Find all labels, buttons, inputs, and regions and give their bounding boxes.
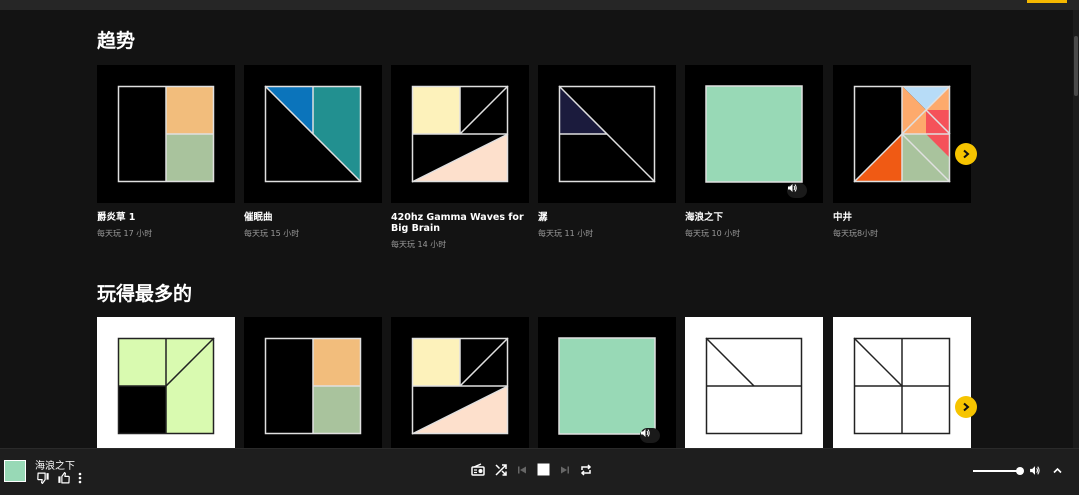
- card-title[interactable]: 420hz Gamma Waves for Big Brain: [391, 212, 529, 234]
- thumbnail-art: [705, 337, 803, 435]
- carousel-next-button-2[interactable]: [955, 396, 977, 418]
- card-thumbnail[interactable]: [685, 317, 823, 448]
- card-subtitle: 每天玩 17 小时: [97, 229, 153, 238]
- volume-slider[interactable]: [973, 466, 1024, 475]
- now-playing-badge: [640, 428, 660, 443]
- thumbnail-art: [705, 85, 803, 183]
- thumbnail-art: [411, 337, 509, 435]
- skip-next-icon: [561, 466, 569, 473]
- card-most-played-1[interactable]: [97, 317, 235, 448]
- carousel-next-button[interactable]: [955, 143, 977, 165]
- thumbnail-art: [117, 85, 215, 183]
- volume-icon: [788, 184, 797, 192]
- card-title[interactable]: 中井: [833, 212, 971, 223]
- radio-button[interactable]: [471, 463, 485, 476]
- thumbs-down-button[interactable]: [37, 472, 50, 484]
- shuffle-icon: [495, 463, 507, 476]
- thumbnail-art: [558, 85, 656, 183]
- card-title[interactable]: 潺: [538, 212, 676, 223]
- card-thumbnail[interactable]: [685, 65, 823, 203]
- repeat-button[interactable]: [580, 463, 592, 476]
- stop-button[interactable]: [537, 463, 550, 476]
- volume-slider-handle[interactable]: [1016, 466, 1024, 475]
- card-thumbnail[interactable]: [833, 65, 971, 203]
- card-thumbnail[interactable]: [391, 65, 529, 203]
- card-trending-5[interactable]: 海浪之下 每天玩 10 小时: [685, 65, 823, 239]
- thumbs-down-icon: [37, 472, 49, 484]
- card-thumbnail[interactable]: [244, 317, 382, 448]
- card-most-played-6[interactable]: [833, 317, 971, 448]
- card-title[interactable]: 海浪之下: [685, 212, 823, 223]
- section-title-trending: 趋势: [97, 30, 136, 52]
- card-most-played-2[interactable]: [244, 317, 382, 448]
- now-playing-artwork[interactable]: [4, 460, 26, 482]
- thumbnail-art: [853, 337, 951, 435]
- scrollbar-thumb[interactable]: [1074, 36, 1078, 96]
- top-accent: [1027, 0, 1067, 3]
- thumbnail-art: [853, 85, 951, 183]
- card-subtitle: 每天玩 11 小时: [538, 229, 594, 238]
- now-playing-actions: [37, 472, 83, 484]
- card-subtitle: 每天玩 14 小时: [391, 240, 447, 249]
- section-title-most-played: 玩得最多的: [97, 283, 193, 305]
- radio-icon: [471, 463, 485, 476]
- thumbnail-art: [264, 85, 362, 183]
- stop-icon: [537, 463, 550, 476]
- card-thumbnail[interactable]: [833, 317, 971, 448]
- skip-previous-icon: [518, 466, 526, 473]
- top-bar: [0, 0, 1079, 10]
- card-subtitle: 每天玩 15 小时: [244, 229, 300, 238]
- card-subtitle: 每天玩 10 小时: [685, 229, 741, 238]
- card-thumbnail[interactable]: [97, 317, 235, 448]
- more-vert-icon: [78, 472, 82, 484]
- card-trending-6[interactable]: 中井 每天玩8小时: [833, 65, 971, 239]
- card-most-played-4[interactable]: [538, 317, 676, 448]
- chevron-right-icon: [963, 149, 970, 159]
- now-playing-badge: [787, 183, 807, 198]
- previous-button[interactable]: [517, 465, 527, 475]
- card-thumbnail[interactable]: [97, 65, 235, 203]
- thumbnail-art: [411, 85, 509, 183]
- volume-controls: [973, 465, 1062, 476]
- volume-button[interactable]: [1029, 465, 1041, 476]
- card-subtitle: 每天玩8小时: [833, 229, 879, 238]
- card-most-played-3[interactable]: [391, 317, 529, 448]
- expand-player-button[interactable]: [1053, 467, 1062, 474]
- thumbs-up-icon: [58, 472, 70, 484]
- chevron-right-icon: [963, 402, 970, 412]
- card-title[interactable]: 催眠曲: [244, 212, 382, 223]
- thumbnail-art: [117, 337, 215, 435]
- player-bar: 海浪之下: [0, 448, 1079, 495]
- card-thumbnail[interactable]: [391, 317, 529, 448]
- thumbnail-art: [264, 337, 362, 435]
- card-trending-4[interactable]: 潺 每天玩 11 小时: [538, 65, 676, 239]
- volume-icon: [641, 429, 650, 437]
- card-trending-2[interactable]: 催眠曲 每天玩 15 小时: [244, 65, 382, 239]
- repeat-icon: [580, 463, 592, 476]
- card-most-played-5[interactable]: [685, 317, 823, 448]
- chevron-up-icon: [1053, 467, 1062, 474]
- card-thumbnail[interactable]: [538, 317, 676, 448]
- next-button[interactable]: [560, 465, 570, 475]
- card-thumbnail[interactable]: [244, 65, 382, 203]
- playback-controls: [471, 463, 592, 476]
- volume-icon: [1030, 466, 1040, 475]
- card-thumbnail[interactable]: [538, 65, 676, 203]
- card-trending-1[interactable]: 爵炎草 1 每天玩 17 小时: [97, 65, 235, 239]
- page-scrollbar[interactable]: [1073, 10, 1079, 448]
- shuffle-button[interactable]: [495, 463, 507, 476]
- more-options-button[interactable]: [77, 472, 83, 484]
- now-playing-title[interactable]: 海浪之下: [35, 457, 75, 472]
- card-title[interactable]: 爵炎草 1: [97, 212, 235, 223]
- card-trending-3[interactable]: 420hz Gamma Waves for Big Brain 每天玩 14 小…: [391, 65, 529, 250]
- thumbs-up-button[interactable]: [57, 472, 70, 484]
